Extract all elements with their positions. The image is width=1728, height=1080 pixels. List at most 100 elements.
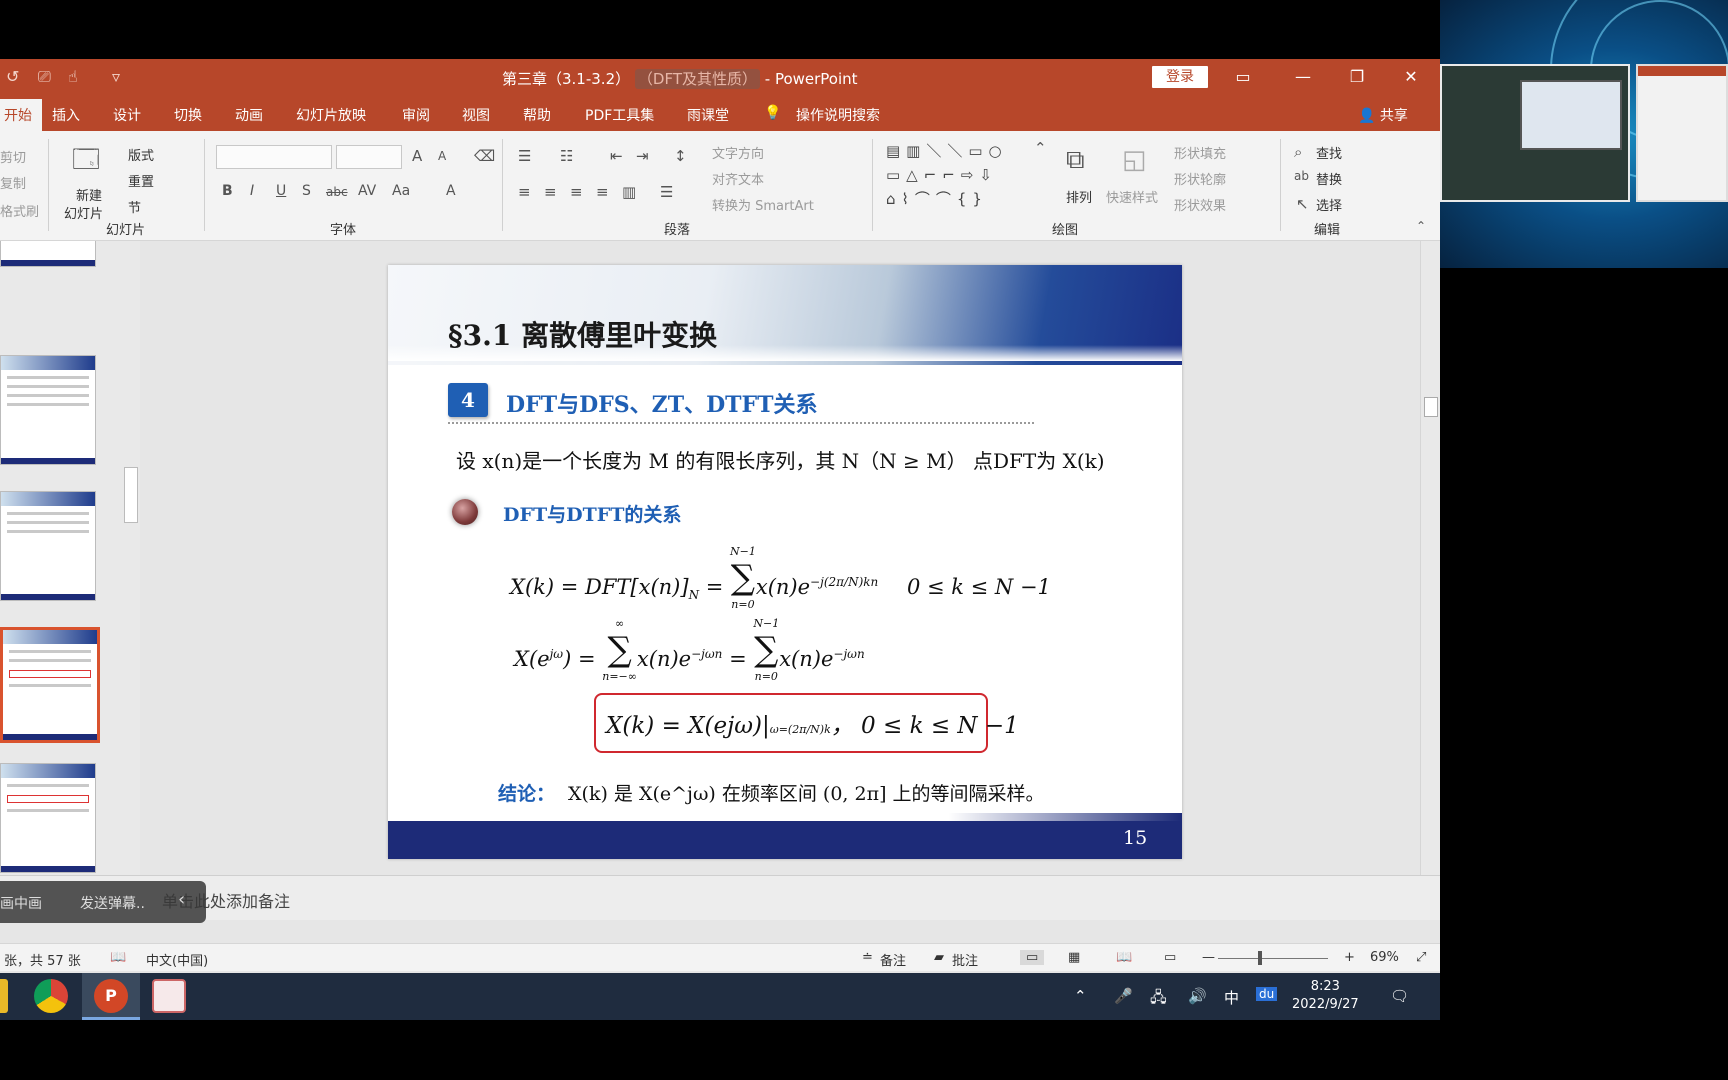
file-explorer-icon[interactable] (0, 979, 8, 1013)
decrease-indent-icon[interactable]: ⇤ (610, 147, 623, 165)
slideshow-view-icon[interactable]: ▭ (1164, 950, 1176, 965)
slide-thumbnail[interactable] (0, 355, 96, 465)
find-button[interactable]: 查找 (1316, 143, 1342, 162)
bold-icon[interactable]: B (222, 183, 233, 199)
send-danmaku-button[interactable]: 发送弹幕.. (80, 893, 145, 913)
zoom-out-button[interactable]: — (1202, 950, 1215, 965)
customize-toolbar-icon[interactable]: ▿ (112, 67, 120, 86)
network-icon[interactable]: 🖧 (1150, 987, 1167, 1012)
font-size-combo[interactable] (336, 145, 402, 169)
chevron-up-icon[interactable]: ⌃ (1074, 987, 1087, 1005)
share-button[interactable]: 👤 共享 (1358, 105, 1408, 125)
thumbnails-scrollbar[interactable] (122, 241, 140, 875)
slide-thumbnail[interactable] (0, 241, 96, 267)
touch-mode-icon[interactable]: ☝ (68, 67, 78, 86)
select-button[interactable]: 选择 (1316, 195, 1342, 214)
microphone-icon[interactable]: 🎤 (1114, 987, 1133, 1005)
new-slide-label-2[interactable]: 幻灯片 (64, 203, 103, 222)
shape-outline-button[interactable]: 形状轮廓 (1174, 169, 1226, 188)
volume-icon[interactable]: 🔊 (1188, 987, 1207, 1005)
zoom-slider-thumb[interactable] (1258, 951, 1262, 965)
text-direction-button[interactable]: 文字方向 (712, 143, 764, 162)
font-color-icon[interactable]: A (446, 183, 456, 199)
reset-button[interactable]: 重置 (128, 171, 154, 190)
gallery-scroll-icon[interactable]: ⌃ (1034, 139, 1047, 157)
zoom-in-button[interactable]: + (1344, 950, 1355, 965)
change-case-icon[interactable]: Aa (392, 183, 410, 199)
decrease-font-icon[interactable]: A (438, 149, 446, 163)
zoom-level[interactable]: 69% (1370, 950, 1399, 965)
underline-icon[interactable]: U (276, 183, 286, 199)
italic-icon[interactable]: I (250, 183, 254, 199)
login-button[interactable]: 登录 (1152, 66, 1208, 88)
strikethrough-icon[interactable]: abc (326, 185, 348, 199)
justify-icon[interactable]: ≡ (596, 183, 609, 201)
slide-sorter-icon[interactable]: ▦ (1068, 950, 1080, 965)
new-slide-label[interactable]: 新建 (76, 185, 102, 204)
tab-pdf-tools[interactable]: PDF工具集 (585, 105, 654, 125)
powerpoint-icon[interactable]: P (94, 979, 128, 1013)
notification-icon[interactable]: 🗨 (1390, 987, 1409, 1005)
distribute-icon[interactable]: ▥ (622, 183, 636, 201)
slide-thumbnail[interactable] (0, 491, 96, 601)
bullets-icon[interactable]: ☰ (518, 147, 531, 165)
increase-indent-icon[interactable]: ⇥ (636, 147, 649, 165)
current-slide[interactable]: §3.1 离散傅里叶变换 4 DFT与DFS、ZT、DTFT关系 设 x(n)是… (388, 265, 1182, 859)
tab-slideshow[interactable]: 幻灯片放映 (296, 105, 366, 125)
tab-help[interactable]: 帮助 (523, 105, 551, 125)
slide-thumbnail[interactable] (0, 763, 96, 873)
app-icon[interactable] (152, 979, 186, 1013)
reading-view-icon[interactable]: 📖 (1116, 950, 1132, 965)
cut-button[interactable]: 剪切 (0, 147, 26, 166)
shadow-icon[interactable]: S (302, 183, 311, 199)
line-spacing-icon[interactable]: ↕ (674, 147, 687, 165)
ime-indicator[interactable]: 中 (1224, 987, 1239, 1008)
chrome-icon[interactable] (34, 979, 68, 1013)
new-slide-icon[interactable]: 🗔 (72, 141, 100, 185)
increase-font-icon[interactable]: A (412, 147, 422, 165)
arrange-button[interactable]: 排列 (1066, 187, 1092, 206)
char-spacing-icon[interactable]: AV (358, 183, 376, 199)
tab-view[interactable]: 视图 (462, 105, 490, 125)
tab-transitions[interactable]: 切换 (174, 105, 202, 125)
spellcheck-icon[interactable]: 📖 (110, 950, 126, 965)
align-text-button[interactable]: 对齐文本 (712, 169, 764, 188)
ribbon-display-options-button[interactable]: ▭ (1228, 65, 1258, 89)
fit-slide-icon[interactable]: ⤢ (1416, 950, 1426, 965)
quick-styles-icon[interactable]: ◱ (1122, 145, 1147, 175)
align-right-icon[interactable]: ≡ (570, 183, 583, 201)
tab-home[interactable]: 开始 (0, 99, 42, 131)
numbering-icon[interactable]: ☷ (560, 147, 573, 165)
powerpoint-taskbar-item[interactable]: P (82, 973, 140, 1020)
tab-review[interactable]: 审阅 (402, 105, 430, 125)
pip-button[interactable]: 画中画 (0, 893, 42, 913)
tab-insert[interactable]: 插入 (52, 105, 80, 125)
shape-effects-button[interactable]: 形状效果 (1174, 195, 1226, 214)
shapes-gallery[interactable]: ▤▥＼＼▭○ ▭△⌐⌐⇨⇩ ⌂⌇⌒⌒{} (886, 139, 1036, 208)
zoom-slider[interactable] (1218, 958, 1328, 959)
format-painter-button[interactable]: 格式刷 (0, 201, 39, 220)
convert-smartart-button[interactable]: 转换为 SmartArt (712, 195, 814, 214)
font-name-combo[interactable] (216, 145, 332, 169)
layout-button[interactable]: 版式 (128, 145, 154, 164)
tab-animations[interactable]: 动画 (235, 105, 263, 125)
columns-icon[interactable]: ☰ (660, 183, 673, 201)
clear-format-icon[interactable]: ⌫ (474, 147, 495, 165)
align-center-icon[interactable]: ≡ (544, 183, 557, 201)
clock[interactable]: 8:23 2022/9/27 (1292, 978, 1359, 1014)
replace-button[interactable]: 替换 (1316, 169, 1342, 188)
section-button[interactable]: 节 (128, 197, 141, 216)
close-button[interactable]: ✕ (1396, 65, 1426, 89)
tell-me-search[interactable]: 操作说明搜索 (796, 105, 880, 125)
slide-thumbnail-selected[interactable] (0, 627, 100, 743)
normal-view-icon[interactable]: ▭ (1020, 950, 1045, 965)
comments-toggle[interactable]: 批注 (952, 950, 978, 969)
arrange-icon[interactable]: ⧉ (1066, 145, 1085, 176)
minimize-button[interactable]: — (1288, 65, 1318, 89)
notes-toggle[interactable]: 备注 (880, 950, 906, 969)
collapse-ribbon-icon[interactable]: ⌃ (1416, 219, 1426, 233)
notes-pane[interactable]: 单击此处添加备注 (0, 875, 1440, 920)
scroll-thumb[interactable] (1424, 397, 1438, 417)
tab-rain-classroom[interactable]: 雨课堂 (687, 105, 729, 125)
copy-button[interactable]: 复制 (0, 173, 26, 192)
